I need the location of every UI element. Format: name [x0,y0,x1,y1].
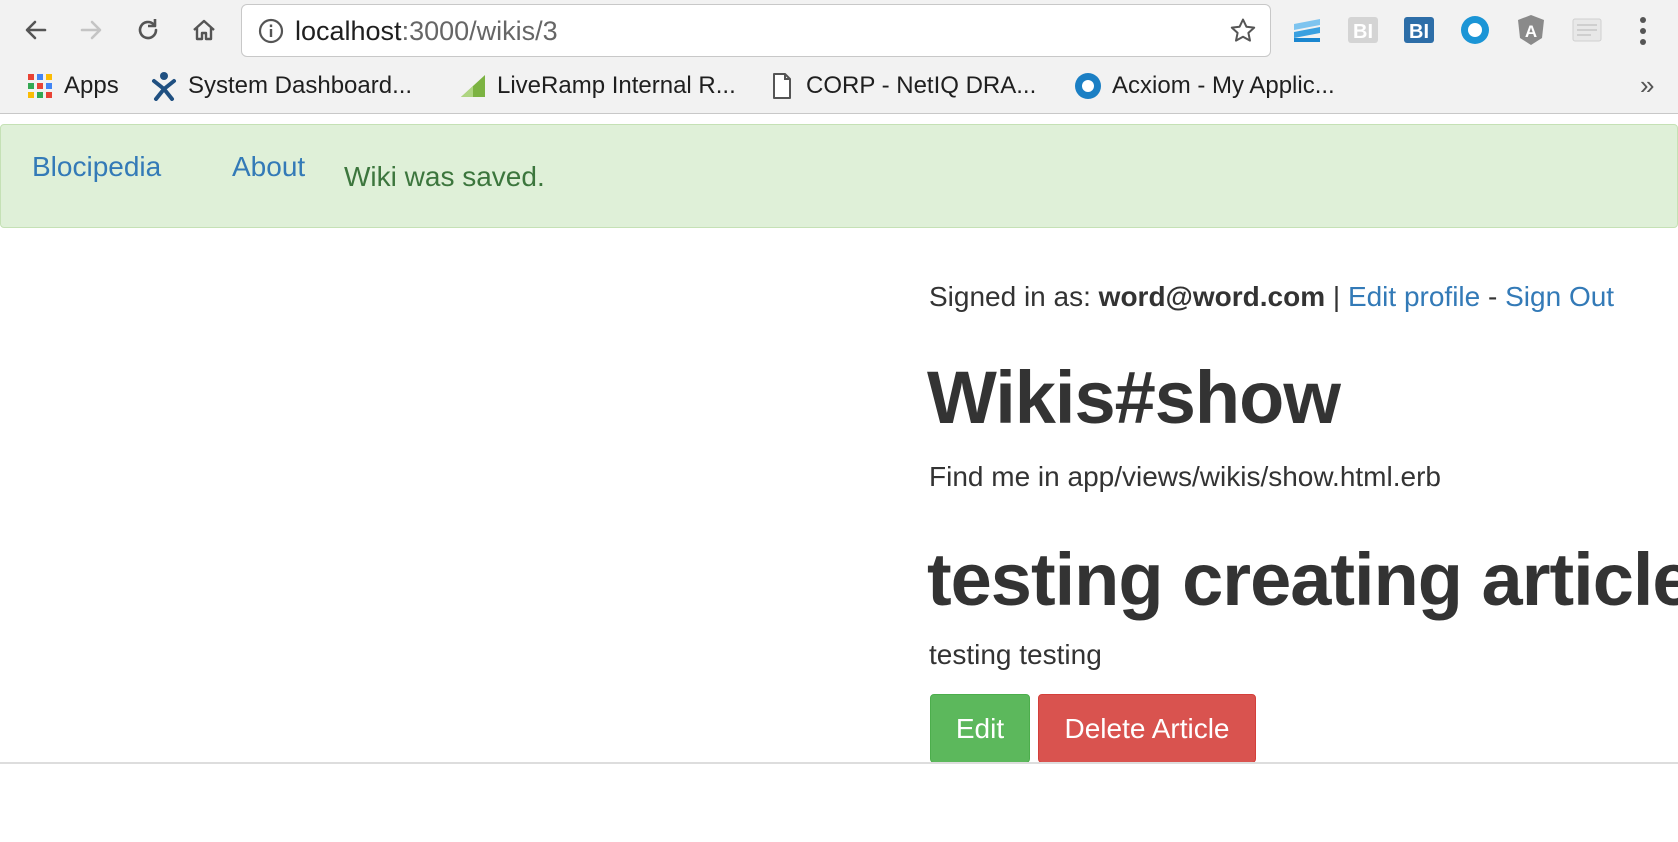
acxiom-icon [1074,72,1102,100]
svg-text:BI: BI [1353,21,1373,43]
menu-dots-icon[interactable] [1628,14,1658,48]
wiki-title: testing creating article [927,538,1678,621]
card-extension-icon[interactable] [1570,13,1604,47]
template-hint: Find me in app/views/wikis/show.html.erb [929,461,1441,492]
bookmark-apps[interactable]: Apps [26,70,119,102]
separator-pipe: | [1332,281,1341,312]
forward-arrow-icon [80,20,102,40]
reload-button[interactable] [126,8,170,52]
reload-icon [138,19,158,40]
forward-button[interactable] [69,8,113,52]
browser-chrome: localhost:3000/wikis/3 BI BI A Apps Syst… [0,0,1678,114]
url-host: localhost [295,16,402,46]
wiki-body: testing testing [929,639,1102,670]
bookmark-label: Acxiom - My Applic... [1112,72,1335,99]
edit-button[interactable]: Edit [930,694,1030,763]
bookmark-acxiom[interactable]: Acxiom - My Applic... [1074,70,1335,102]
apps-grid-icon [26,72,54,100]
back-button[interactable] [14,8,58,52]
separator-dash: - [1488,281,1498,312]
svg-text:BI: BI [1409,21,1429,43]
delete-article-button[interactable]: Delete Article [1038,694,1256,763]
bookmark-system-dashboard[interactable]: System Dashboard... [150,70,412,102]
bookmarks-bar: Apps System Dashboard... LiveRamp Intern… [0,64,1678,108]
about-link[interactable]: About [232,151,305,183]
edit-profile-link[interactable]: Edit profile [1348,281,1480,312]
home-button[interactable] [182,8,226,52]
stack-extension-icon[interactable] [1290,13,1324,47]
navbar: Blocipedia About Wiki was saved. [0,124,1678,228]
info-icon[interactable] [256,16,286,46]
url-text: localhost:3000/wikis/3 [295,14,558,48]
bookmark-label: CORP - NetIQ DRA... [806,72,1037,99]
liveramp-icon [459,72,487,100]
more-bookmarks-button[interactable]: » [1640,70,1654,101]
brand-link[interactable]: Blocipedia [32,151,161,183]
flash-message: Wiki was saved. [344,161,545,192]
user-status: Signed in as: word@word.com | Edit profi… [929,281,1614,313]
ring-extension-icon[interactable] [1458,13,1492,47]
home-icon [193,19,215,41]
bi-grey-extension-icon[interactable]: BI [1346,13,1380,47]
url-path: :3000/wikis/3 [401,16,558,46]
svg-text:A: A [1525,22,1537,41]
bookmark-star-icon[interactable] [1228,16,1258,46]
bookmark-corp-netiq[interactable]: CORP - NetIQ DRA... [768,70,1036,102]
signed-in-label: Signed in as: [929,281,1091,312]
bookmark-label: Apps [64,72,119,99]
document-icon [768,72,796,100]
user-email: word@word.com [1098,281,1326,312]
bi-blue-extension-icon[interactable]: BI [1402,13,1436,47]
jira-icon [150,72,178,101]
divider [0,762,1678,764]
bookmark-label: LiveRamp Internal R... [497,72,736,99]
sign-out-link[interactable]: Sign Out [1505,281,1614,312]
bookmark-liveramp[interactable]: LiveRamp Internal R... [459,70,736,102]
back-arrow-icon [25,20,47,40]
bookmark-label: System Dashboard... [188,72,413,99]
page-title: Wikis#show [927,356,1341,439]
address-bar[interactable]: localhost:3000/wikis/3 [241,4,1271,57]
angular-extension-icon[interactable]: A [1514,13,1548,47]
